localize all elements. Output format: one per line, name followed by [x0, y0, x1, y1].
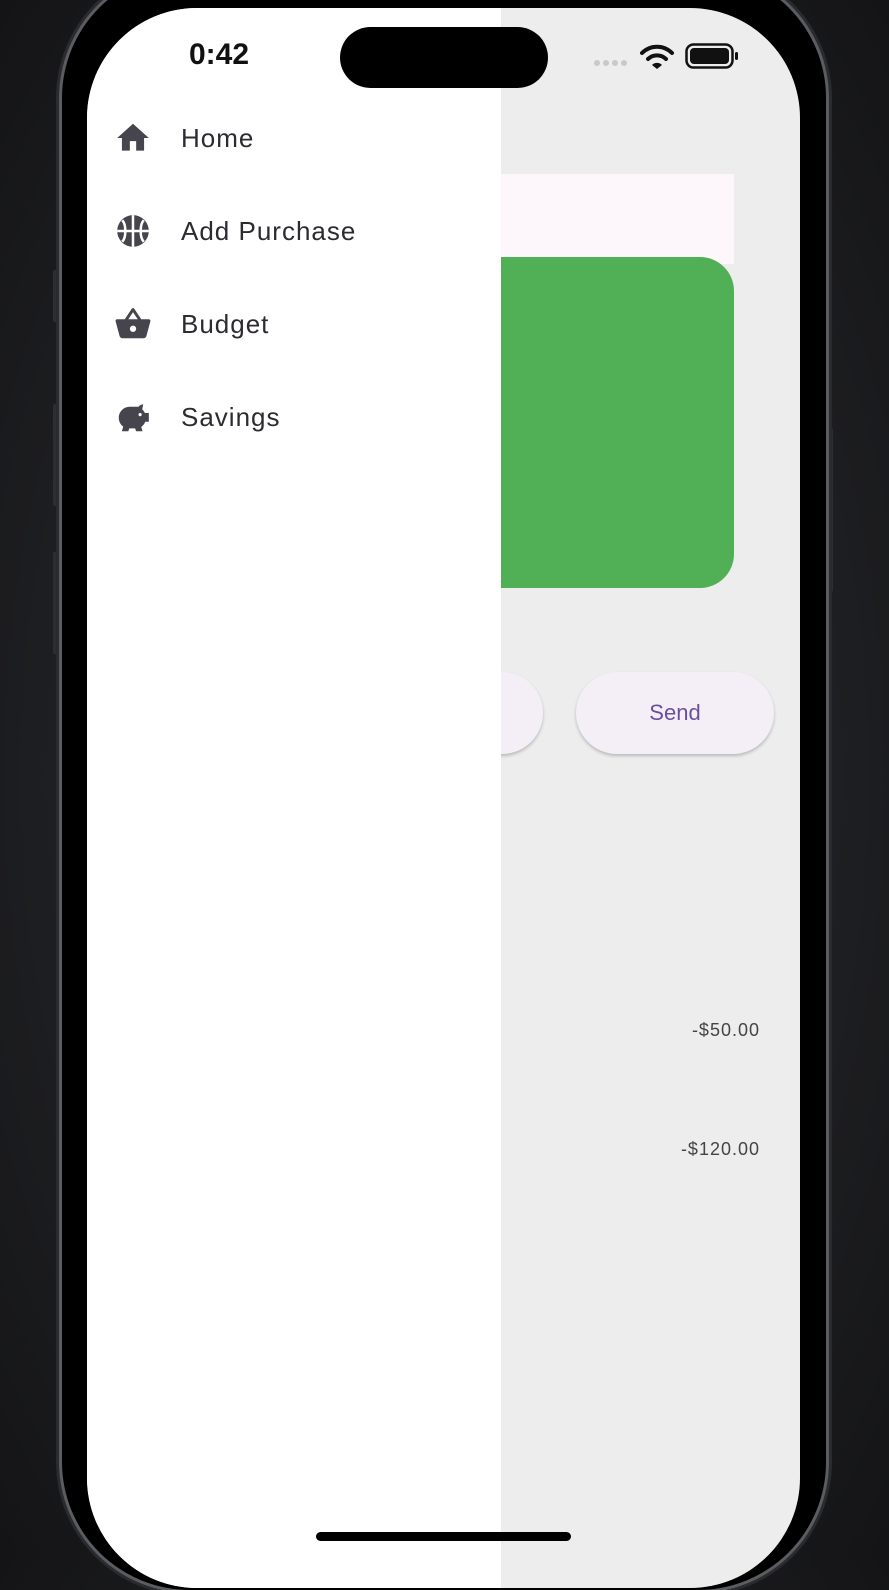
- dynamic-island: [340, 27, 548, 88]
- drawer-item-label: Add Purchase: [181, 215, 357, 246]
- phone-volume-down-button: [53, 552, 59, 654]
- wifi-icon: [640, 44, 674, 69]
- navigation-drawer: Home Add Purchase Budget Savings: [87, 8, 501, 1588]
- drawer-item-label: Budget: [181, 308, 270, 339]
- send-button-label: Send: [649, 700, 701, 725]
- transaction-amount: -$50.00: [691, 1020, 760, 1040]
- drawer-item-savings[interactable]: Savings: [87, 380, 501, 454]
- battery-icon: [685, 43, 738, 69]
- drawer-item-label: Savings: [181, 401, 281, 432]
- shopping-basket-icon: [115, 308, 151, 339]
- drawer-item-budget[interactable]: Budget: [87, 287, 501, 361]
- send-button[interactable]: Send: [576, 672, 774, 754]
- drawer-item-add-purchase[interactable]: Add Purchase: [87, 194, 501, 268]
- phone-volume-up-button: [53, 404, 59, 506]
- home-indicator[interactable]: [316, 1532, 571, 1541]
- home-icon: [117, 123, 149, 151]
- cellular-signal-icon: [594, 60, 627, 66]
- phone-action-button: [53, 270, 59, 322]
- status-time: 0:42: [189, 38, 250, 71]
- phone-screen: Send -$50.00 -$120.00 Home Add Purchase …: [87, 8, 800, 1588]
- drawer-item-home[interactable]: Home: [87, 101, 501, 175]
- basketball-icon: [117, 215, 149, 247]
- piggy-bank-icon: [118, 404, 149, 432]
- phone-power-button: [827, 428, 833, 592]
- transaction-amount: -$120.00: [680, 1139, 760, 1159]
- drawer-item-label: Home: [181, 122, 255, 153]
- background-card: [477, 174, 734, 264]
